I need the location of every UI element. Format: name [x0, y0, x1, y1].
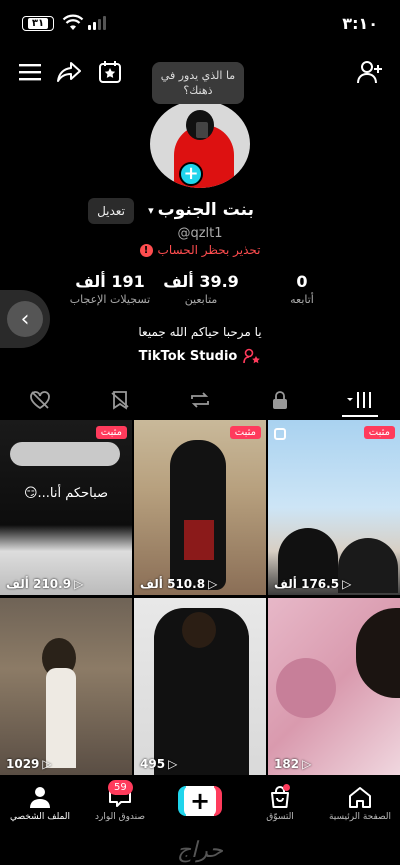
menu-icon[interactable] [16, 58, 44, 86]
add-story-button[interactable]: + [179, 162, 203, 186]
video-thumbnail[interactable]: ▷ 1029 [0, 598, 132, 775]
profile-icon [30, 787, 50, 808]
notification-dot [283, 784, 290, 791]
nav-profile[interactable]: الملف الشخصي [0, 778, 80, 838]
inbox-badge: 59 [108, 780, 133, 795]
calendar-star-icon[interactable] [96, 58, 124, 86]
wifi-icon [62, 14, 84, 36]
play-icon: ▷ [342, 577, 352, 591]
pinned-badge: مثبت [229, 426, 261, 439]
view-count: ▷ 182 [274, 757, 312, 771]
nav-home[interactable]: الصفحة الرئيسية [320, 778, 400, 838]
chevron-down-icon: ▾ [148, 203, 154, 217]
create-button[interactable]: + [178, 786, 222, 816]
thought-bubble[interactable]: ما الذي يدور في ذهنك؟ [152, 62, 244, 104]
profile-tabs [0, 383, 400, 417]
play-icon: ▷ [42, 757, 52, 771]
video-caption: صباحكم أنا...😏 [23, 486, 109, 501]
plus-icon: + [184, 786, 216, 816]
stat-following[interactable]: 0 أتابعه [252, 272, 352, 306]
warning-icon: ! [139, 243, 153, 257]
pinned-badge: مثبت [95, 426, 127, 439]
video-thumbnail[interactable]: ▷ 182 [268, 598, 400, 775]
nav-create[interactable]: + [160, 778, 240, 838]
tab-videos[interactable] [320, 383, 400, 417]
home-icon [349, 787, 371, 808]
pinned-badge: مثبت [363, 426, 395, 439]
play-icon: ▷ [74, 577, 84, 591]
view-count: ▷ 510.8 ألف [140, 577, 218, 591]
account-warning[interactable]: تحذير بحظر الحساب ! [0, 243, 400, 257]
lock-icon [273, 391, 287, 409]
video-thumbnail[interactable]: مثبت صباحكم أنا...😏 ▷ 210.9 ألف [0, 420, 132, 595]
tiktok-studio-link[interactable]: TikTok Studio [0, 348, 400, 364]
heart-hidden-icon [30, 391, 50, 410]
view-count: ▷ 176.5 ألف [274, 577, 352, 591]
video-thumbnail[interactable]: مثبت ▷ 176.5 ألف [268, 420, 400, 595]
tab-saved[interactable] [80, 383, 160, 417]
studio-icon [243, 348, 261, 364]
video-thumbnail[interactable]: ▷ 495 [134, 598, 266, 775]
stat-likes[interactable]: 191 ألف تسجيلات الإعجاب [60, 272, 160, 306]
add-user-icon[interactable] [356, 58, 384, 86]
repost-icon [191, 392, 209, 408]
bio-text: يا مرحبا حياكم الله جميعا [138, 325, 262, 339]
view-count: ▷ 1029 [6, 757, 52, 771]
nav-inbox[interactable]: صندوق الوارد 59 [80, 778, 160, 838]
watermark: حراج [176, 838, 224, 863]
bookmark-hidden-icon [111, 391, 129, 410]
profile-name-row[interactable]: بنت الجنوب ▾ [148, 200, 254, 220]
bottom-nav: الملف الشخصي صندوق الوارد 59 + التسوّق ا… [0, 778, 400, 838]
play-icon: ▷ [168, 757, 178, 771]
signal-icon [88, 16, 106, 30]
nav-shop[interactable]: التسوّق [240, 778, 320, 838]
grid-icon [347, 392, 371, 408]
tab-liked[interactable] [0, 383, 80, 417]
tab-reposts[interactable] [160, 383, 240, 417]
view-count: ▷ 495 [140, 757, 178, 771]
status-time: ٣:١٠ [342, 14, 378, 33]
play-icon: ▷ [302, 757, 312, 771]
tab-private[interactable] [240, 383, 320, 417]
video-grid: مثبت صباحكم أنا...😏 ▷ 210.9 ألف مثبت ▷ 510… [0, 420, 400, 776]
stat-followers[interactable]: 39.9 ألف متابعين [151, 272, 251, 306]
play-icon: ▷ [208, 577, 218, 591]
video-thumbnail[interactable]: مثبت ▷ 510.8 ألف [134, 420, 266, 595]
username: @qzlt1 [177, 226, 223, 241]
profile-name: بنت الجنوب [157, 200, 254, 220]
view-count: ▷ 210.9 ألف [6, 577, 84, 591]
back-button[interactable]: ‹ [0, 290, 50, 348]
edit-profile-button[interactable]: تعديل [88, 198, 134, 224]
share-icon[interactable] [55, 58, 83, 86]
battery-icon: ٣١ [22, 16, 54, 31]
